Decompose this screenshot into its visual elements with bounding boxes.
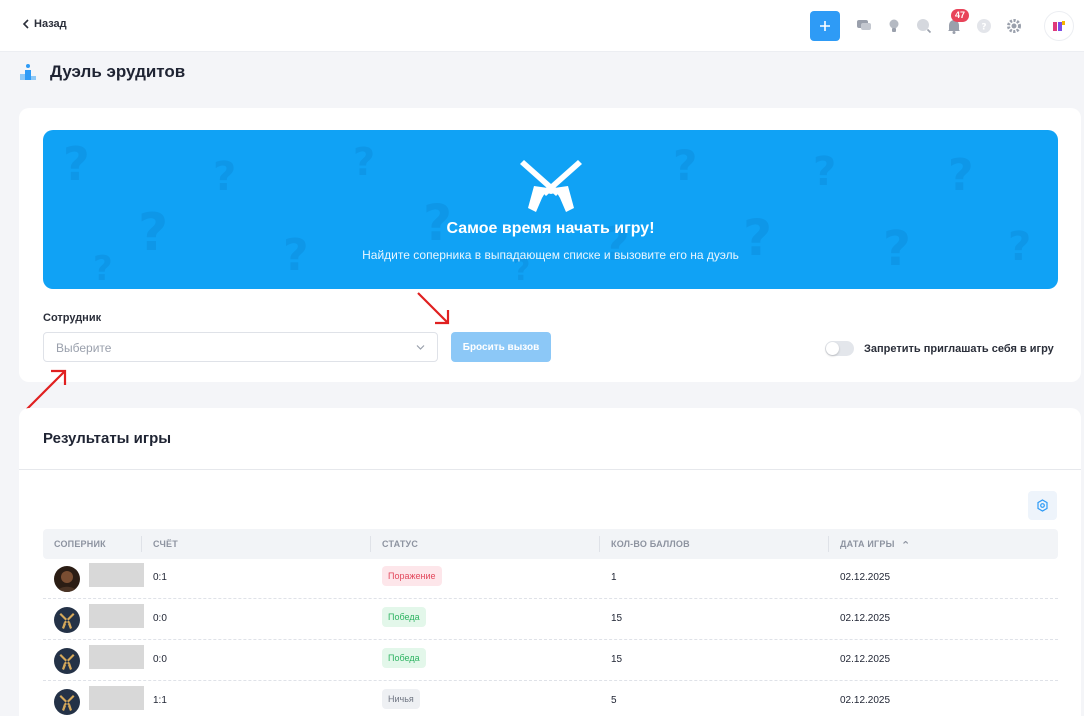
lightbulb-icon[interactable]	[882, 14, 906, 38]
avatar[interactable]	[54, 566, 80, 592]
column-separator	[141, 536, 142, 552]
column-date[interactable]: ДАТА ИГРЫ	[840, 529, 895, 559]
points-cell: 1	[611, 572, 617, 583]
plus-icon[interactable]	[810, 11, 840, 41]
results-table-header: СОПЕРНИК СЧЁТ СТАТУС КОЛ-ВО БАЛЛОВ ДАТА …	[43, 529, 1058, 559]
date-cell: 02.12.2025	[840, 613, 891, 624]
bell-icon[interactable]: 47	[942, 9, 970, 38]
score-cell: 0:0	[153, 613, 167, 624]
annotation-arrow-icon	[26, 369, 67, 410]
status-badge: Поражение	[382, 566, 442, 586]
svg-text:?: ?	[948, 150, 974, 201]
score-cell: 1:1	[153, 695, 167, 706]
results-card: Результаты игры СОПЕРНИК СЧЁТ СТАТУС КОЛ…	[19, 408, 1081, 716]
employee-select[interactable]: Выберите	[43, 332, 438, 362]
employee-placeholder: Выберите	[56, 341, 112, 355]
chevron-left-icon	[22, 19, 29, 29]
table-settings-button[interactable]	[1028, 491, 1057, 520]
gear-icon[interactable]	[1002, 14, 1026, 38]
svg-text:?: ?	[813, 149, 836, 195]
page-title: Дуэль эрудитов	[50, 62, 186, 81]
svg-text:?: ?	[213, 154, 236, 200]
back-label: Назад	[34, 18, 67, 30]
redacted-name	[89, 686, 144, 710]
help-icon[interactable]: ?	[972, 14, 996, 38]
date-cell: 02.12.2025	[840, 654, 891, 665]
column-points[interactable]: КОЛ-ВО БАЛЛОВ	[611, 529, 690, 559]
points-cell: 15	[611, 654, 623, 665]
sort-asc-icon[interactable]: ⌃	[901, 531, 910, 561]
score-cell: 0:1	[153, 572, 167, 583]
date-cell: 02.12.2025	[840, 572, 891, 583]
crossed-pistols-icon	[520, 160, 582, 212]
banner-title: Самое время начать игру!	[446, 220, 655, 237]
column-separator	[828, 536, 829, 552]
points-cell: 5	[611, 695, 617, 706]
challenge-button[interactable]: Бросить вызов	[451, 332, 551, 362]
topbar-actions: 47 ?	[810, 9, 1074, 42]
column-score[interactable]: СЧЁТ	[153, 529, 178, 559]
table-row[interactable]: 0:0 Победа 15 02.12.2025	[43, 641, 1058, 681]
block-invites-label: Запретить приглашать себя в игру	[864, 342, 1054, 355]
points-cell: 15	[611, 613, 623, 624]
redacted-name	[89, 645, 144, 669]
app-logo-icon[interactable]	[1044, 11, 1074, 41]
gear-icon	[1037, 499, 1048, 512]
back-link[interactable]: Назад	[22, 18, 67, 30]
svg-text:?: ?	[981, 23, 986, 33]
podium-icon	[20, 64, 36, 80]
table-row[interactable]: 0:0 Победа 15 02.12.2025	[43, 600, 1058, 640]
annotation-arrow-icon	[417, 292, 450, 325]
svg-text:?: ?	[63, 137, 90, 191]
svg-text:?: ?	[353, 140, 375, 184]
block-invites-setting: Запретить приглашать себя в игру	[825, 341, 1054, 356]
column-separator	[370, 536, 371, 552]
avatar[interactable]	[54, 607, 80, 633]
column-status[interactable]: СТАТУС	[382, 529, 418, 559]
status-badge: Победа	[382, 607, 426, 627]
employee-label: Сотрудник	[43, 312, 102, 324]
status-badge: Победа	[382, 648, 426, 668]
avatar[interactable]	[54, 648, 80, 674]
redacted-name	[89, 563, 144, 587]
table-row[interactable]: 0:1 Поражение 1 02.12.2025	[43, 559, 1058, 599]
score-cell: 0:0	[153, 654, 167, 665]
chevron-down-icon	[416, 345, 425, 350]
table-row[interactable]: 1:1 Ничья 5 02.12.2025	[43, 682, 1058, 716]
duel-start-card: ??? ??? ??? ??? ??? Самое время начать и…	[19, 108, 1081, 382]
redacted-name	[89, 604, 144, 628]
column-opponent[interactable]: СОПЕРНИК	[54, 529, 106, 559]
banner-subtitle: Найдите соперника в выпадающем списке и …	[362, 248, 739, 262]
svg-text:?: ?	[673, 141, 697, 190]
start-game-banner: ??? ??? ??? ??? ??? Самое время начать и…	[43, 130, 1058, 289]
block-invites-toggle[interactable]	[825, 341, 854, 356]
notifications-badge: 47	[951, 9, 970, 22]
top-bar: Назад 47 ?	[0, 0, 1084, 52]
avatar[interactable]	[54, 689, 80, 715]
divider	[19, 469, 1081, 470]
chat-icon[interactable]	[852, 14, 876, 38]
results-title: Результаты игры	[43, 430, 172, 447]
date-cell: 02.12.2025	[840, 695, 891, 706]
status-badge: Ничья	[382, 689, 420, 709]
page-header: Дуэль эрудитов	[20, 62, 185, 82]
search-icon[interactable]	[912, 14, 936, 38]
column-separator	[599, 536, 600, 552]
